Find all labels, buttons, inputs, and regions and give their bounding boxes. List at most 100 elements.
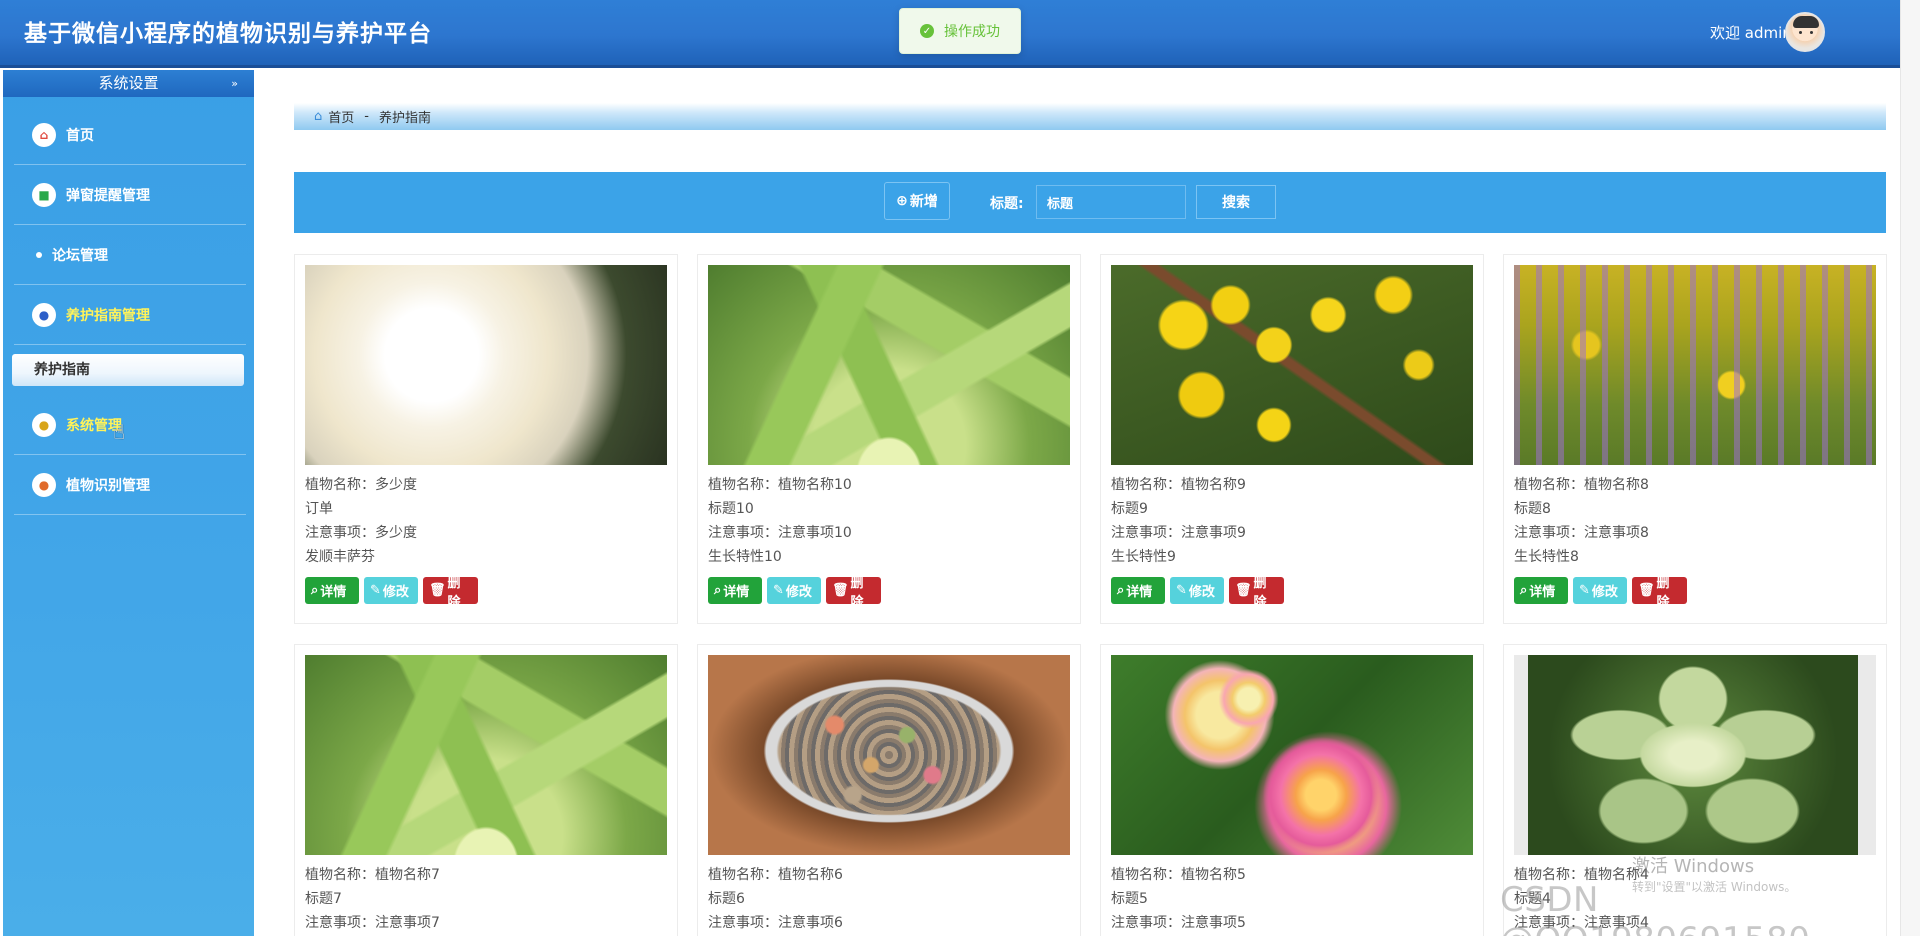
- sidebar-item-care-guide[interactable]: ● 养护指南管理: [14, 285, 246, 345]
- card-info: 植物名称：植物名称10 标题10 注意事项：注意事项10 生长特性10: [708, 473, 852, 569]
- plant-image-living-stones[interactable]: [708, 655, 1070, 855]
- search-toolbar: ⊕ 新增 标题: 搜索: [294, 172, 1886, 233]
- delete-button[interactable]: 🗑 删除: [826, 576, 881, 610]
- card-title: 标题6: [708, 891, 745, 907]
- detail-label: 详情: [320, 585, 347, 600]
- edit-label: 修改: [382, 585, 409, 600]
- sidebar-item-system[interactable]: ● 系统管理: [14, 395, 246, 455]
- card-plant-name: 植物名称：植物名称5: [1111, 867, 1246, 883]
- card-growth: 发顺丰萨芬: [305, 549, 375, 565]
- plant-image-succulent[interactable]: [708, 265, 1070, 465]
- plant-image-lantana[interactable]: [1111, 655, 1473, 855]
- hand-cursor-icon: ☝: [113, 420, 126, 444]
- delete-button[interactable]: 🗑 删除: [1632, 576, 1687, 610]
- sidebar-item-forum[interactable]: 论坛管理: [14, 225, 246, 285]
- title-filter-label: 标题:: [990, 196, 1024, 212]
- delete-label: 删除: [447, 575, 461, 610]
- plant-image-succulent[interactable]: [305, 655, 667, 855]
- add-button[interactable]: ⊕ 新增: [884, 182, 950, 220]
- card-actions: ⌕ 详情 ✎ 修改 🗑 删除: [305, 576, 478, 610]
- avatar-eye-right: [1810, 31, 1813, 34]
- breadcrumb-home[interactable]: 首页: [328, 107, 354, 126]
- csdn-watermark: CSDN @QQ1980691580: [1500, 880, 1810, 936]
- sidebar-item-popup-reminder[interactable]: ■ 弹窗提醒管理: [14, 165, 246, 225]
- breadcrumb-current: 养护指南: [378, 111, 431, 126]
- edit-button[interactable]: ✎ 修改: [364, 577, 418, 604]
- card-growth: 生长特性8: [1514, 549, 1579, 565]
- edit-label: 修改: [1188, 585, 1215, 600]
- bullet-icon: [36, 251, 42, 258]
- sidebar-item-home[interactable]: ⌂ 首页: [14, 105, 246, 165]
- trash-icon: 🗑: [832, 583, 849, 598]
- detail-button[interactable]: ⌕ 详情: [305, 577, 359, 604]
- plant-image-flower-field[interactable]: [1514, 265, 1876, 465]
- guide-card: 植物名称：植物名称6 标题6 注意事项：注意事项6: [697, 644, 1081, 936]
- detail-label: 详情: [1529, 585, 1556, 600]
- vertical-scrollbar[interactable]: [1900, 0, 1920, 936]
- recognition-icon: ●: [32, 472, 56, 497]
- card-growth: 生长特性9: [1111, 549, 1176, 565]
- home-icon: ⌂: [314, 109, 323, 124]
- card-plant-name: 植物名称：植物名称9: [1111, 477, 1246, 493]
- edit-button[interactable]: ✎ 修改: [1170, 577, 1224, 604]
- user-avatar[interactable]: [1785, 12, 1825, 52]
- card-info: 植物名称：多少度 订单 注意事项：多少度 发顺丰萨芬: [305, 473, 417, 569]
- plant-image-yellow-blossom[interactable]: [1111, 265, 1473, 465]
- card-title: 标题10: [708, 501, 754, 517]
- card-title: 标题8: [1514, 501, 1551, 517]
- guide-card: 植物名称：植物名称7 标题7 注意事项：注意事项7: [294, 644, 678, 936]
- plant-image-frame[interactable]: [1514, 655, 1876, 855]
- delete-label: 删除: [1253, 575, 1267, 610]
- card-notes: 注意事项：注意事项8: [1514, 525, 1649, 541]
- pencil-icon: ✎: [1579, 583, 1590, 598]
- pencil-icon: ✎: [1176, 583, 1187, 598]
- popup-icon: ■: [32, 182, 56, 207]
- card-actions: ⌕ 详情 ✎ 修改 🗑 删除: [1514, 576, 1687, 610]
- breadcrumb-separator: -: [364, 109, 369, 124]
- plant-image-white-fungus[interactable]: [305, 265, 667, 465]
- card-notes: 注意事项：注意事项6: [708, 915, 843, 931]
- card-growth: 生长特性10: [708, 549, 782, 565]
- card-title: 标题7: [305, 891, 342, 907]
- windows-activation-watermark: 激活 Windows: [1632, 856, 1755, 877]
- card-info: 植物名称：植物名称8 标题8 注意事项：注意事项8 生长特性8: [1514, 473, 1649, 569]
- delete-label: 删除: [1656, 575, 1670, 610]
- guide-icon: ●: [32, 302, 56, 327]
- detail-button[interactable]: ⌕ 详情: [708, 577, 762, 604]
- app-title: 基于微信小程序的植物识别与养护平台: [24, 21, 432, 47]
- delete-button[interactable]: 🗑 删除: [1229, 576, 1284, 610]
- card-notes: 注意事项：多少度: [305, 525, 417, 541]
- check-circle-icon: ✓: [920, 24, 934, 38]
- card-info: 植物名称：植物名称5 标题5 注意事项：注意事项5: [1111, 863, 1246, 935]
- detail-button[interactable]: ⌕ 详情: [1111, 577, 1165, 604]
- card-info: 植物名称：植物名称7 标题7 注意事项：注意事项7: [305, 863, 440, 935]
- breadcrumb: ⌂ 首页 - 养护指南: [294, 103, 1886, 130]
- pencil-icon: ✎: [370, 583, 381, 598]
- card-plant-name: 植物名称：植物名称10: [708, 477, 852, 493]
- sidebar-item-label: 植物识别管理: [66, 477, 150, 494]
- search-button[interactable]: 搜索: [1196, 185, 1276, 219]
- card-actions: ⌕ 详情 ✎ 修改 🗑 删除: [708, 576, 881, 610]
- delete-label: 删除: [850, 575, 864, 610]
- detail-button[interactable]: ⌕ 详情: [1514, 577, 1568, 604]
- edit-button[interactable]: ✎ 修改: [1573, 577, 1627, 604]
- toast-message: 操作成功: [944, 24, 1000, 40]
- card-notes: 注意事项：注意事项10: [708, 525, 852, 541]
- avatar-hair: [1793, 16, 1819, 28]
- trash-icon: 🗑: [1235, 583, 1252, 598]
- card-notes: 注意事项：注意事项9: [1111, 525, 1246, 541]
- avatar-eye-left: [1799, 31, 1802, 34]
- submenu-item-care-guide[interactable]: 养护指南: [12, 354, 244, 386]
- card-plant-name: 植物名称：植物名称6: [708, 867, 843, 883]
- title-search-input[interactable]: [1036, 185, 1186, 219]
- sidebar-item-label: 论坛管理: [52, 247, 108, 264]
- sidebar-item-plant-recognition[interactable]: ● 植物识别管理: [14, 455, 246, 515]
- trash-icon: 🗑: [429, 583, 446, 598]
- sidebar-section-header[interactable]: 系统设置 »: [3, 70, 254, 97]
- trash-icon: 🗑: [1638, 583, 1655, 598]
- edit-button[interactable]: ✎ 修改: [767, 577, 821, 604]
- card-notes: 注意事项：注意事项7: [305, 915, 440, 931]
- detail-label: 详情: [723, 585, 750, 600]
- delete-button[interactable]: 🗑 删除: [423, 576, 478, 610]
- plus-circle-icon: ⊕: [896, 193, 908, 209]
